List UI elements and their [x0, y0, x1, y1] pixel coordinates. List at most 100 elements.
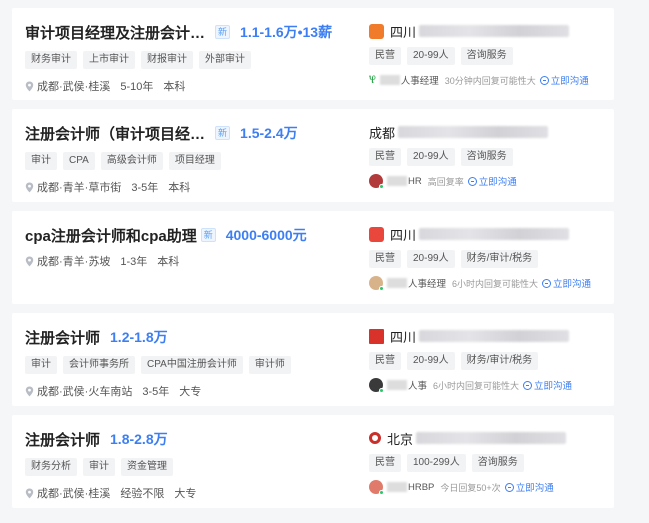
job-tag: 财务分析 [25, 458, 77, 476]
company-name-redacted [419, 228, 570, 240]
job-meta: 成都·青羊·草市街 3-5年 本科 [25, 179, 355, 195]
job-title[interactable]: 注册会计师 [25, 429, 100, 450]
job-title[interactable]: 注册会计师（审计项目经… [25, 123, 205, 144]
job-info: 注册会计师 1.8-2.8万 财务分析 审计 资金管理 成都·武侯·桂溪 经验不… [25, 428, 355, 501]
location-pin-icon [25, 182, 34, 192]
salary: 1.8-2.8万 [110, 431, 168, 447]
company-name[interactable]: 北京 [387, 429, 413, 448]
job-card[interactable]: 注册会计师（审计项目经… 新 1.5-2.4万 审计 CPA 高级会计师 项目经… [12, 109, 614, 202]
company-tag: 100-299人 [407, 454, 466, 472]
hr-name-redacted [387, 380, 407, 390]
job-meta: 成都·青羊·苏坡 1-3年 本科 [25, 253, 355, 269]
job-location: 成都·青羊·草市街 [37, 182, 122, 194]
salary: 1.2-1.8万 [110, 329, 168, 345]
job-experience: 5-10年 [120, 81, 154, 93]
avatar [369, 378, 384, 393]
salary: 1.1-1.6万•13薪 [240, 24, 333, 40]
job-experience: 1-3年 [120, 256, 148, 268]
hr-reply-status: 高回复率 [427, 176, 464, 187]
job-tags: 财务分析 审计 资金管理 [25, 458, 355, 476]
new-badge: 新 [215, 25, 231, 39]
plant-icon: Ⳡ [369, 73, 376, 86]
chat-icon [504, 482, 514, 492]
job-experience: 经验不限 [120, 488, 165, 500]
chat-button[interactable]: 立即沟通 [523, 378, 572, 392]
chat-button[interactable]: 立即沟通 [539, 73, 589, 87]
company-tag: 咨询服务 [460, 148, 513, 166]
chat-label: 立即沟通 [534, 381, 573, 392]
job-meta: 成都·武侯·桂溪 经验不限 大专 [25, 485, 355, 501]
company-name[interactable]: 四川 [390, 22, 416, 41]
company-tag: 20-99人 [407, 148, 455, 166]
job-tag: 项目经理 [168, 152, 221, 170]
job-tag: 外部审计 [199, 51, 251, 69]
company-tag: 民营 [369, 47, 401, 65]
location-pin-icon [25, 81, 34, 91]
job-experience: 3-5年 [142, 386, 170, 398]
company-info: 北京 民营 100-299人 咨询服务 HRBP 今日回复50+次 立即沟通 [369, 428, 609, 495]
job-card[interactable]: 注册会计师 1.2-1.8万 审计 会计师事务所 CPA中国注册会计师 审计师 … [12, 313, 614, 406]
company-logo-icon [369, 226, 384, 242]
job-tag: 审计 [83, 458, 115, 476]
company-name-redacted [398, 126, 549, 138]
new-badge: 新 [215, 126, 231, 140]
job-title[interactable]: 注册会计师 [25, 327, 100, 348]
hr-reply-status: 今日回复50+次 [440, 482, 501, 493]
job-meta: 成都·武侯·火车南站 3-5年 大专 [25, 383, 355, 399]
job-tag: 上市审计 [83, 51, 135, 69]
company-tag: 20-99人 [407, 250, 455, 268]
job-tags: 审计 会计师事务所 CPA中国注册会计师 审计师 [25, 356, 355, 374]
company-tag: 咨询服务 [471, 454, 524, 472]
company-tag: 20-99人 [407, 352, 455, 370]
company-name[interactable]: 四川 [390, 327, 416, 346]
hr-name-redacted [379, 75, 400, 85]
job-tag: CPA [63, 152, 95, 170]
location-pin-icon [25, 256, 34, 266]
hr-name: 人事经理 [408, 279, 447, 290]
company-name[interactable]: 成都 [369, 123, 395, 142]
job-education: 大专 [174, 488, 197, 500]
company-tags: 民营 20-99人 咨询服务 [369, 47, 609, 65]
job-card[interactable]: cpa注册会计师和cpa助理 新 4000-6000元 成都·青羊·苏坡 1-3… [12, 211, 614, 304]
job-location: 成都·青羊·苏坡 [37, 256, 111, 268]
job-card[interactable]: 注册会计师 1.8-2.8万 财务分析 审计 资金管理 成都·武侯·桂溪 经验不… [12, 415, 614, 508]
hr-name: HRBP [408, 481, 435, 493]
chat-button[interactable]: 立即沟通 [467, 174, 517, 188]
company-info: 成都 民营 20-99人 咨询服务 HR 高回复率 立即沟通 [369, 122, 609, 189]
job-tag: 财务审计 [25, 51, 77, 69]
job-tag: 财报审计 [141, 51, 193, 69]
job-tag: 高级会计师 [100, 152, 163, 170]
job-tags: 财务审计 上市审计 财报审计 外部审计 [25, 51, 355, 69]
job-title[interactable]: cpa注册会计师和cpa助理 [25, 225, 197, 246]
hr-name: 人事经理 [400, 76, 439, 87]
job-tag: 审计师 [248, 356, 291, 374]
job-tag: 审计 [25, 152, 57, 170]
job-tag: 资金管理 [121, 458, 173, 476]
location-pin-icon [25, 386, 34, 396]
hr-row: 人事 6小时内回复可能性大 立即沟通 [369, 378, 609, 393]
company-tag: 民营 [369, 352, 401, 370]
company-name-redacted [419, 25, 570, 37]
job-education: 大专 [179, 386, 202, 398]
hr-name-redacted [387, 482, 407, 492]
company-tag: 财务/审计/税务 [460, 352, 539, 370]
company-tag: 民营 [369, 250, 401, 268]
hr-name-redacted [387, 278, 407, 288]
chat-button[interactable]: 立即沟通 [504, 480, 554, 494]
chat-button[interactable]: 立即沟通 [542, 276, 591, 290]
job-education: 本科 [168, 182, 191, 194]
location-pin-icon [25, 488, 34, 498]
avatar [369, 480, 384, 495]
company-info: 四川 民营 20-99人 财务/审计/税务 人事 6小时内回复可能性大 立即沟通 [369, 326, 609, 393]
job-info: 审计项目经理及注册会计… 新 1.1-1.6万•13薪 财务审计 上市审计 财报… [25, 21, 355, 94]
company-tag: 20-99人 [407, 47, 455, 65]
company-tags: 民营 20-99人 咨询服务 [369, 148, 609, 166]
job-title[interactable]: 审计项目经理及注册会计… [25, 22, 205, 43]
job-list: 审计项目经理及注册会计… 新 1.1-1.6万•13薪 财务审计 上市审计 财报… [12, 8, 614, 517]
job-meta: 成都·武侯·桂溪 5-10年 本科 [25, 78, 355, 94]
company-name[interactable]: 四川 [390, 225, 416, 244]
job-location: 成都·武侯·火车南站 [37, 386, 133, 398]
job-card[interactable]: 审计项目经理及注册会计… 新 1.1-1.6万•13薪 财务审计 上市审计 财报… [12, 8, 614, 100]
job-tag: 审计 [25, 356, 57, 374]
new-badge: 新 [200, 228, 216, 242]
